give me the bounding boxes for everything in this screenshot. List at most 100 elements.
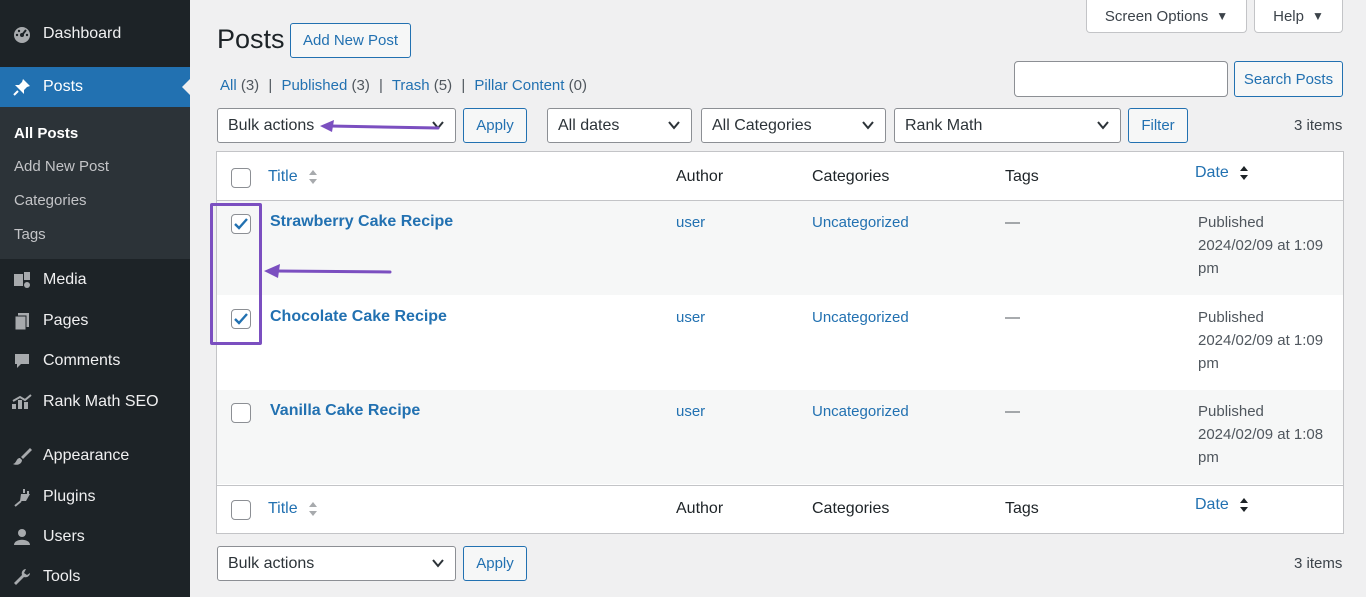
view-all[interactable]: All	[220, 77, 237, 94]
sort-desc-icon	[1240, 165, 1249, 180]
column-title-label: Title	[268, 168, 298, 185]
post-title-link[interactable]: Vanilla Cake Recipe	[270, 402, 420, 420]
help-button[interactable]: Help ▼	[1254, 0, 1343, 33]
comments-icon	[11, 350, 33, 372]
column-author: Author	[676, 168, 724, 185]
post-date-value: 2024/02/09 at 1:08	[1198, 426, 1324, 443]
posts-submenu: All Posts Add New Post Categories Tags	[0, 107, 190, 259]
column-date-sort-bottom[interactable]: Date	[1195, 496, 1249, 514]
media-icon	[11, 269, 33, 291]
pushpin-icon	[11, 76, 33, 98]
sidebar-item-label: Rank Math SEO	[43, 393, 159, 410]
view-pillar-content[interactable]: Pillar Content	[474, 77, 564, 94]
sidebar-item-label: Plugins	[43, 488, 96, 505]
checkbox-highlight-box	[210, 203, 262, 345]
sidebar-item-label: Comments	[43, 352, 121, 369]
filter-button[interactable]: Filter	[1128, 108, 1188, 143]
bulk-actions-select-bottom[interactable]: Bulk actions	[217, 546, 456, 581]
submenu-categories[interactable]: Categories	[14, 192, 87, 209]
post-status: Published	[1198, 214, 1264, 231]
post-category-link[interactable]: Uncategorized	[812, 403, 909, 420]
row-checkbox[interactable]	[231, 403, 251, 423]
view-separator: |	[268, 77, 273, 94]
sidebar-item-plugins[interactable]: Plugins	[0, 477, 190, 517]
rank-math-icon	[11, 391, 33, 413]
sidebar-item-tools[interactable]: Tools	[0, 557, 190, 597]
select-all-checkbox[interactable]	[231, 168, 251, 188]
bulk-actions-select-top[interactable]: Bulk actions	[217, 108, 456, 143]
sidebar-item-rank-math-seo[interactable]: Rank Math SEO	[0, 382, 190, 422]
sidebar-item-label: Media	[43, 271, 87, 288]
posts-table: Title Author Categories Tags Date Strawb…	[216, 151, 1344, 534]
pages-icon	[11, 310, 33, 332]
view-count: (5)	[433, 77, 453, 94]
search-input[interactable]	[1014, 61, 1228, 97]
items-count-bottom: 3 items	[1294, 555, 1343, 572]
submenu-add-new-post[interactable]: Add New Post	[14, 158, 109, 175]
post-category-link[interactable]: Uncategorized	[812, 309, 909, 326]
post-date: Published 2024/02/09 at 1:09 pm	[1198, 306, 1338, 375]
sidebar-item-posts[interactable]: Posts	[0, 67, 190, 107]
post-tags: —	[1005, 403, 1020, 420]
post-tags: —	[1005, 309, 1020, 326]
apply-button-bottom[interactable]: Apply	[463, 546, 527, 581]
search-posts-button[interactable]: Search Posts	[1234, 61, 1343, 97]
sidebar-item-label: Appearance	[43, 447, 130, 464]
page-title: Posts	[217, 24, 285, 54]
column-date-sort[interactable]: Date	[1195, 164, 1249, 182]
column-date-label: Date	[1195, 164, 1229, 181]
sidebar-item-pages[interactable]: Pages	[0, 301, 190, 341]
post-title-link[interactable]: Strawberry Cake Recipe	[270, 213, 453, 231]
post-author-link[interactable]: user	[676, 403, 705, 420]
sidebar-item-comments[interactable]: Comments	[0, 341, 190, 381]
post-title-link[interactable]: Chocolate Cake Recipe	[270, 308, 447, 326]
view-published[interactable]: Published	[281, 77, 347, 94]
view-count: (3)	[240, 77, 260, 94]
sidebar-item-appearance[interactable]: Appearance	[0, 436, 190, 476]
screen-options-button[interactable]: Screen Options ▼	[1086, 0, 1247, 33]
column-author-bottom: Author	[676, 500, 724, 517]
paintbrush-icon	[11, 445, 33, 467]
plugin-icon	[11, 486, 33, 508]
sort-icon	[309, 501, 318, 516]
table-footer: Title Author Categories Tags Date	[217, 485, 1343, 533]
post-date-ampm: pm	[1198, 449, 1219, 466]
post-author-link[interactable]: user	[676, 214, 705, 231]
post-category-link[interactable]: Uncategorized	[812, 214, 909, 231]
submenu-tags[interactable]: Tags	[14, 226, 46, 243]
chevron-down-icon	[862, 121, 874, 130]
rank-math-filter-select[interactable]: Rank Math	[894, 108, 1121, 143]
screen-options-label: Screen Options	[1104, 7, 1209, 25]
sidebar-item-label: Dashboard	[43, 25, 122, 42]
apply-button-top[interactable]: Apply	[463, 108, 527, 143]
categories-filter-select[interactable]: All Categories	[701, 108, 886, 143]
column-title-sort-bottom[interactable]: Title	[268, 500, 318, 518]
post-author-link[interactable]: user	[676, 309, 705, 326]
select-value: Bulk actions	[228, 554, 315, 572]
dashboard-icon	[11, 23, 33, 45]
help-label: Help	[1273, 7, 1304, 25]
table-header: Title Author Categories Tags Date	[217, 152, 1343, 201]
post-date-value: 2024/02/09 at 1:09	[1198, 237, 1324, 254]
select-value: All dates	[558, 116, 620, 134]
post-date: Published 2024/02/09 at 1:08 pm	[1198, 400, 1338, 469]
users-icon	[11, 526, 33, 548]
sidebar-item-dashboard[interactable]: Dashboard	[0, 14, 190, 54]
view-trash[interactable]: Trash	[392, 77, 430, 94]
sidebar-item-media[interactable]: Media	[0, 260, 190, 300]
sidebar-item-users[interactable]: Users	[0, 517, 190, 557]
post-status-views: All (3) | Published (3) | Trash (5) | Pi…	[220, 77, 587, 94]
dates-filter-select[interactable]: All dates	[547, 108, 692, 143]
post-date-value: 2024/02/09 at 1:09	[1198, 332, 1324, 349]
column-date-label: Date	[1195, 496, 1229, 513]
view-count: (3)	[351, 77, 370, 94]
column-title-sort[interactable]: Title	[268, 168, 318, 186]
column-categories: Categories	[812, 168, 890, 185]
post-date-ampm: pm	[1198, 260, 1219, 277]
select-all-checkbox-bottom[interactable]	[231, 500, 251, 520]
table-row: Chocolate Cake Recipe user Uncategorized…	[217, 295, 1343, 389]
add-new-post-button[interactable]: Add New Post	[290, 23, 411, 58]
select-value: Bulk actions	[228, 116, 315, 134]
caret-down-icon: ▼	[1216, 9, 1229, 23]
submenu-all-posts[interactable]: All Posts	[14, 125, 78, 142]
